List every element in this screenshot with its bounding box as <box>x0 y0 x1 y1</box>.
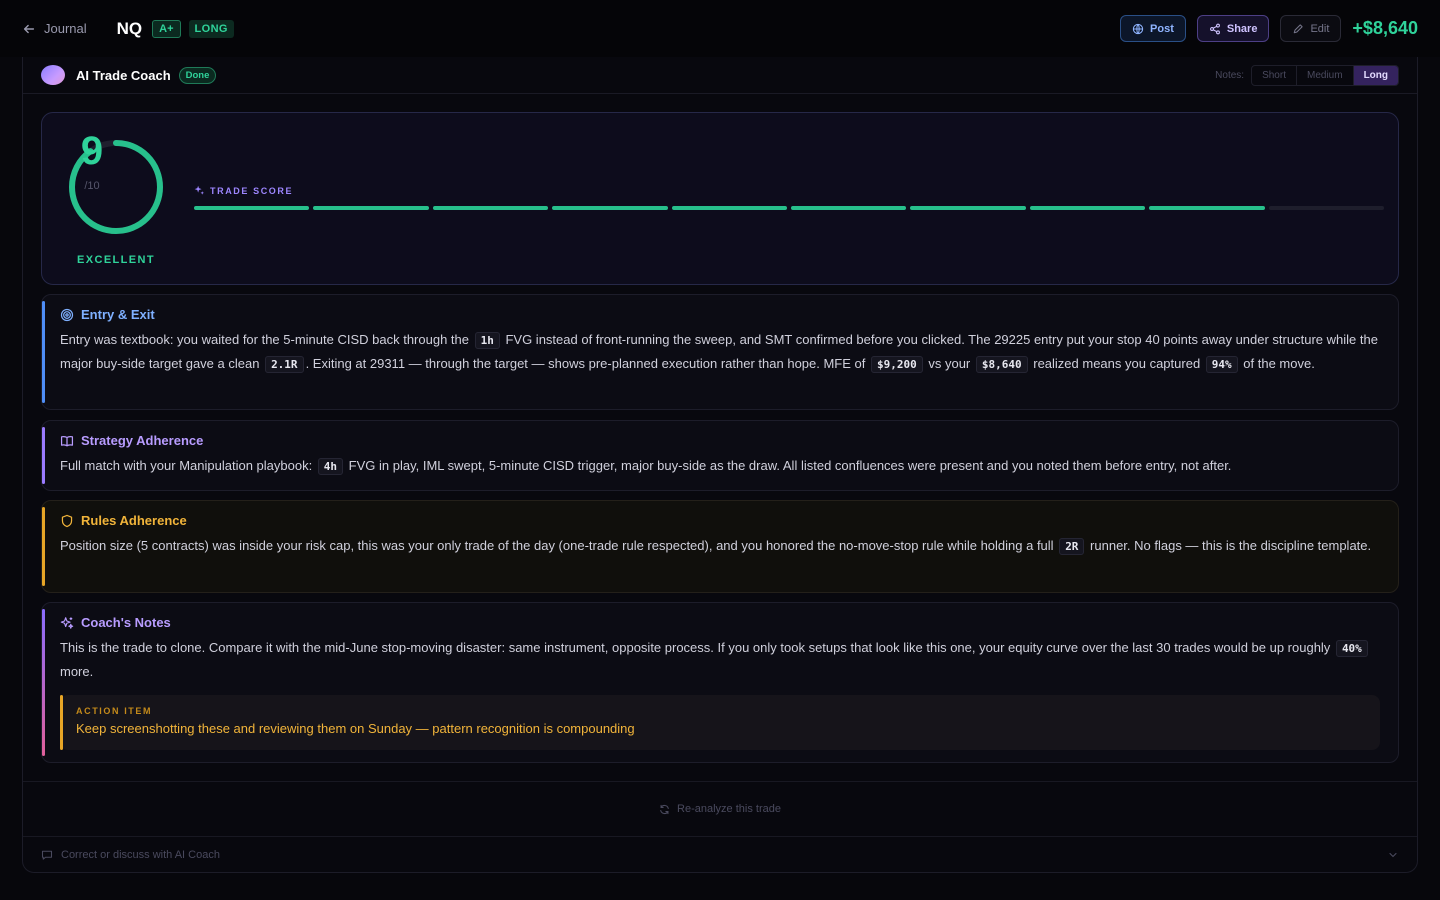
trade-symbol: NQ <box>116 18 143 38</box>
status-badge: Done <box>178 66 217 84</box>
rules-text-2: runner. No flags — this is the disciplin… <box>1086 538 1372 553</box>
rules-header: Rules Adherence <box>60 513 1380 528</box>
edit-button[interactable]: Edit <box>1280 15 1342 42</box>
coach-notes-text: This is the trade to clone. Compare it w… <box>60 636 1380 683</box>
post-label: Post <box>1150 22 1174 35</box>
action-item-label: ACTION ITEM <box>76 706 153 716</box>
score-title-label: TRADE SCORE <box>210 185 294 196</box>
entry-exit-header: Entry & Exit <box>60 307 1380 322</box>
timeframe-chip: 4h <box>317 458 344 475</box>
mfe-chip: $9,200 <box>871 356 923 373</box>
notes-text-2: more. <box>60 664 94 679</box>
entry-exit-text: Entry was textbook: you waited for the 5… <box>60 328 1380 376</box>
coach-title: AI Trade Coach <box>76 67 171 83</box>
r-multiple-chip: 2R <box>1059 538 1085 555</box>
discuss-placeholder: Correct or discuss with AI Coach <box>61 849 220 861</box>
score-segment <box>910 206 1026 210</box>
rules-adherence-section: Rules Adherence Position size (5 contrac… <box>41 500 1399 593</box>
chat-bubble-icon <box>41 850 53 860</box>
notes-label: Notes: <box>1215 69 1245 81</box>
coach-notes-section: Coach's Notes This is the trade to clone… <box>41 602 1399 763</box>
coach-notes-title: Coach's Notes <box>81 615 171 630</box>
timeframe-chip: 1h <box>474 332 500 349</box>
direction-badge: LONG <box>188 19 234 38</box>
sparkles-icon <box>60 616 74 629</box>
target-icon <box>60 308 74 321</box>
post-button[interactable]: Post <box>1120 15 1186 42</box>
trade-pnl: +$8,640 <box>1352 18 1418 38</box>
entry-exit-section: Entry & Exit Entry was textbook: you wai… <box>41 294 1399 410</box>
globe-icon <box>1132 23 1144 34</box>
reanalyze-label: Re-analyze this trade <box>677 803 781 815</box>
trade-score-card: 9 /10 EXCELLENT TRADE SCORE <box>41 112 1399 285</box>
back-label: Journal <box>44 21 87 36</box>
score-rating: EXCELLENT <box>77 254 155 266</box>
score-segment <box>791 206 907 210</box>
strategy-text-2: FVG in play, IML swept, 5-minute CISD tr… <box>345 458 1232 473</box>
grade-badge: A+ <box>152 19 181 38</box>
score-segment <box>313 206 429 210</box>
notes-length-control: Notes: Short Medium Long <box>1215 64 1399 86</box>
rules-text-1: Position size (5 contracts) was inside y… <box>60 538 1058 553</box>
coach-notes-header: Coach's Notes <box>60 615 1380 630</box>
entry-exit-title: Entry & Exit <box>81 307 155 322</box>
score-segment <box>1029 206 1146 210</box>
r-multiple-chip: 2.1R <box>265 356 304 373</box>
back-to-journal-link[interactable]: Journal <box>22 21 87 36</box>
arrow-left-icon <box>23 24 35 33</box>
strategy-text: Full match with your Manipulation playbo… <box>60 454 1380 478</box>
percent-chip: 40% <box>1335 640 1368 657</box>
book-icon <box>60 435 74 446</box>
notes-option-long[interactable]: Long <box>1353 65 1398 85</box>
score-title: TRADE SCORE <box>194 185 293 196</box>
notes-option-short[interactable]: Short <box>1252 65 1297 85</box>
entry-text-4: vs your <box>924 356 974 371</box>
realized-chip: $8,640 <box>975 356 1028 373</box>
rules-text: Position size (5 contracts) was inside y… <box>60 534 1380 558</box>
score-value: 9 <box>80 129 104 173</box>
capture-chip: 94% <box>1205 356 1238 373</box>
share-label: Share <box>1226 22 1258 35</box>
action-item-text: Keep screenshotting these and reviewing … <box>76 721 635 736</box>
score-segment <box>1149 206 1265 210</box>
strategy-text-1: Full match with your Manipulation playbo… <box>60 458 316 473</box>
notes-option-medium[interactable]: Medium <box>1297 65 1354 85</box>
reanalyze-button[interactable]: Re-analyze this trade <box>23 781 1417 837</box>
sparkles-icon <box>194 185 204 195</box>
score-segment <box>432 206 549 210</box>
score-segment <box>552 206 668 210</box>
chevron-down-icon <box>1389 852 1397 858</box>
edit-label: Edit <box>1310 22 1330 35</box>
score-max: /10 <box>84 180 100 192</box>
strategy-header: Strategy Adherence <box>60 433 1380 448</box>
discuss-toggle[interactable]: Correct or discuss with AI Coach <box>41 837 1399 873</box>
score-segment <box>194 206 310 210</box>
strategy-title: Strategy Adherence <box>81 433 204 448</box>
action-item-callout: ACTION ITEM Keep screenshotting these an… <box>60 695 1380 750</box>
notes-length-selector: Short Medium Long <box>1251 64 1399 86</box>
header-actions: Post Share Edit +$8,640 <box>1120 15 1418 42</box>
refresh-icon <box>660 804 669 814</box>
share-icon <box>1209 23 1220 34</box>
score-segment <box>1268 206 1385 210</box>
top-bar: Journal NQ A+ LONG Post Share Edit +$8,6… <box>0 0 1440 57</box>
score-segment-bar <box>194 206 1385 210</box>
score-segment <box>671 206 788 210</box>
entry-text-6: of the move. <box>1239 356 1315 371</box>
share-button[interactable]: Share <box>1196 15 1270 42</box>
entry-text-3: . Exiting at 29311 — through the target … <box>305 356 869 371</box>
entry-text-5: realized means you captured <box>1029 356 1204 371</box>
entry-text-1: Entry was textbook: you waited for the 5… <box>60 332 473 347</box>
strategy-adherence-section: Strategy Adherence Full match with your … <box>41 420 1399 491</box>
notes-text-1: This is the trade to clone. Compare it w… <box>60 640 1334 655</box>
shield-icon <box>61 514 73 527</box>
ai-coach-panel: AI Trade Coach Done Notes: Short Medium … <box>22 57 1418 873</box>
rules-title: Rules Adherence <box>81 513 187 528</box>
pencil-icon <box>1294 23 1304 33</box>
coach-header: AI Trade Coach Done Notes: Short Medium … <box>23 57 1417 94</box>
coach-avatar <box>41 65 65 85</box>
